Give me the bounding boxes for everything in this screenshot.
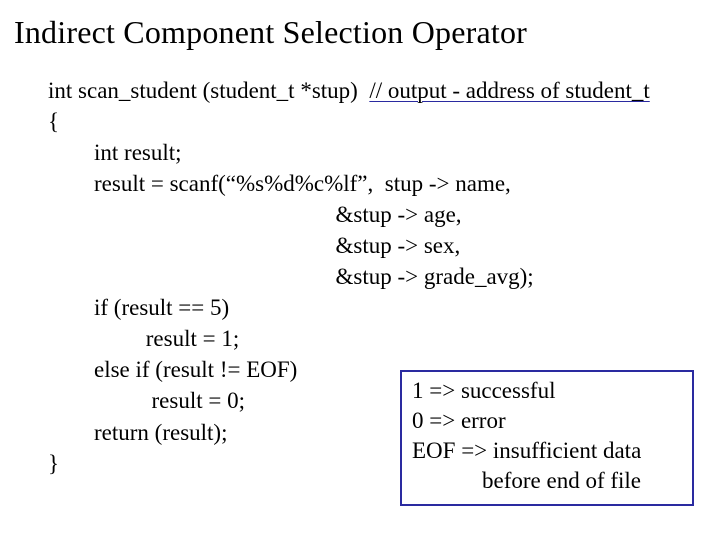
code-line: return (result);	[48, 420, 227, 445]
code-line: result = 1;	[48, 326, 239, 351]
legend-box: 1 => successful 0 => error EOF => insuff…	[400, 370, 694, 506]
code-line: &stup -> age,	[48, 202, 462, 227]
code-line: }	[48, 451, 59, 476]
slide-title: Indirect Component Selection Operator	[0, 0, 720, 51]
code-line: &stup -> grade_avg);	[48, 264, 534, 289]
code-line: if (result == 5)	[48, 295, 229, 320]
legend-row: EOF => insufficient data	[412, 436, 682, 466]
legend-row: 1 => successful	[412, 376, 682, 406]
code-line: result = scanf(“%s%d%c%lf”, stup -> name…	[48, 171, 511, 196]
fn-signature-comment: // output - address of student_t	[369, 78, 649, 103]
code-line: {	[48, 109, 59, 134]
code-line: result = 0;	[48, 388, 245, 413]
code-line: &stup -> sex,	[48, 233, 460, 258]
legend-row: before end of file	[412, 466, 682, 496]
fn-signature: int scan_student (student_t *stup)	[48, 78, 369, 103]
code-line: else if (result != EOF)	[48, 357, 297, 382]
legend-row: 0 => error	[412, 406, 682, 436]
code-line: int result;	[48, 140, 182, 165]
